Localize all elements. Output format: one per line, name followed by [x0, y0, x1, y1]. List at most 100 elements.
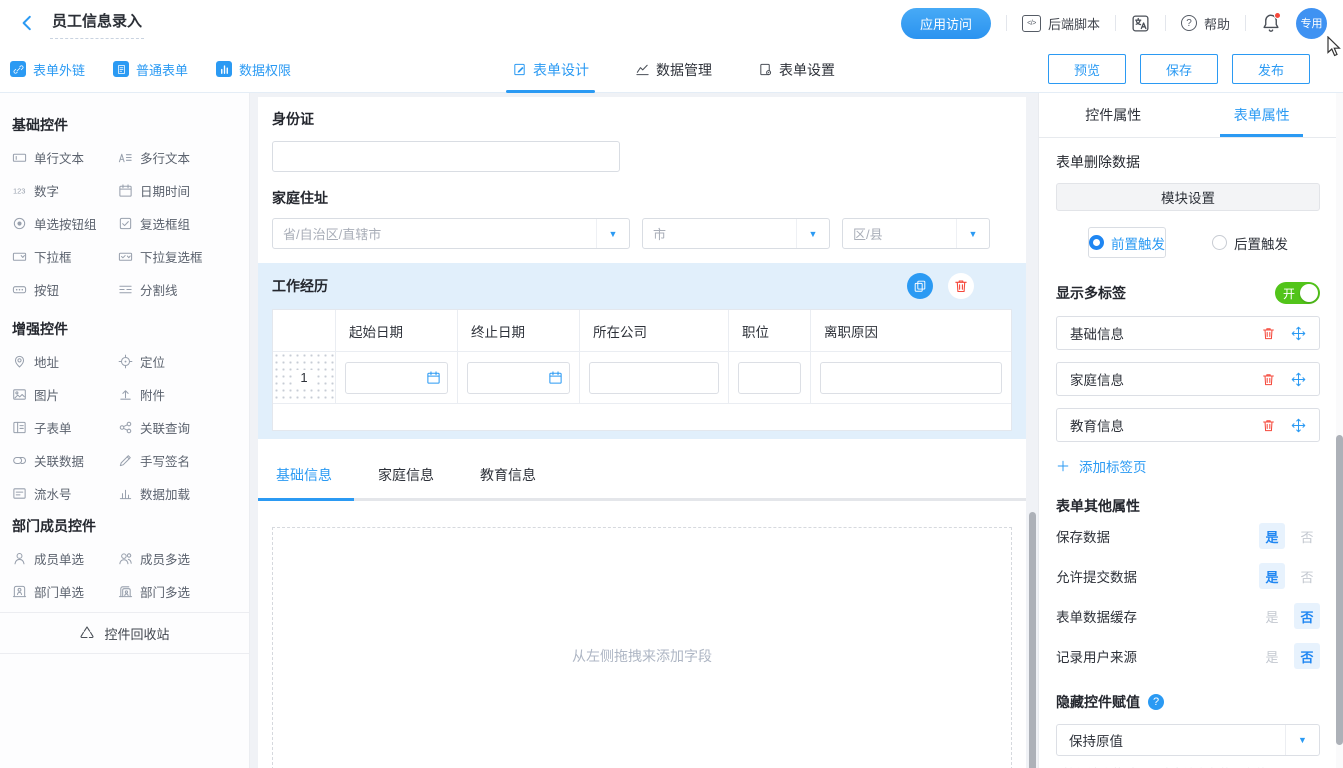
- widget-divider[interactable]: 分割线: [118, 281, 224, 298]
- subform-row: 1: [273, 352, 1011, 404]
- leave-reason-input[interactable]: [820, 362, 1002, 394]
- position-input[interactable]: [738, 362, 801, 394]
- copy-icon: [913, 279, 927, 293]
- tab-basic-info[interactable]: 基础信息: [274, 455, 334, 498]
- prop-row-data-cache: 表单数据缓存 是 否: [1056, 596, 1320, 636]
- widget-lookup[interactable]: 关联查询: [118, 419, 224, 436]
- yes-option[interactable]: 是: [1259, 563, 1285, 589]
- yes-option[interactable]: 是: [1259, 523, 1285, 549]
- yes-option[interactable]: 是: [1259, 643, 1285, 669]
- widget-member-multi[interactable]: 成员多选: [118, 550, 224, 567]
- widget-select[interactable]: 下拉框: [12, 248, 118, 265]
- company-input[interactable]: [589, 362, 719, 394]
- widget-recycle-bin[interactable]: 控件回收站: [0, 612, 249, 654]
- post-trigger-radio[interactable]: 后置触发: [1212, 227, 1288, 258]
- widget-number[interactable]: 数字: [12, 182, 118, 199]
- widget-signature[interactable]: 手写签名: [118, 452, 224, 469]
- province-select[interactable]: 省/自治区/直辖市 ▼: [272, 218, 630, 249]
- widget-multi-select[interactable]: 下拉复选框: [118, 248, 224, 265]
- normal-form-button[interactable]: 普通表单: [113, 60, 188, 79]
- pre-trigger-radio[interactable]: 前置触发: [1088, 227, 1166, 258]
- tab-family-info[interactable]: 家庭信息: [376, 455, 436, 498]
- form-title[interactable]: 员工信息录入: [50, 8, 144, 39]
- end-date-cell: [458, 352, 580, 403]
- widget-image[interactable]: 图片: [12, 386, 118, 403]
- tab-form-design[interactable]: 表单设计: [512, 46, 589, 93]
- notification-button[interactable]: [1261, 13, 1281, 33]
- widget-department-single[interactable]: 部门单选: [12, 583, 118, 600]
- calendar-icon[interactable]: [542, 370, 569, 385]
- notification-dot: [1274, 12, 1281, 19]
- work-history-subform[interactable]: 工作经历 起始日期 终止日期 所在公司 职位 离职原因: [258, 263, 1026, 439]
- trash-icon[interactable]: [1261, 418, 1276, 433]
- back-button[interactable]: [16, 12, 38, 34]
- yes-option[interactable]: 是: [1259, 603, 1285, 629]
- no-option[interactable]: 否: [1294, 523, 1320, 549]
- widget-single-line-text[interactable]: 单行文本: [12, 149, 118, 166]
- tab-form-properties[interactable]: 表单属性: [1188, 93, 1337, 137]
- drop-area[interactable]: 从左侧拖拽来添加字段: [272, 527, 1012, 768]
- widget-multi-line-text[interactable]: 多行文本: [118, 149, 224, 166]
- form-gear-icon: [758, 62, 773, 77]
- widget-address[interactable]: 地址: [12, 353, 118, 370]
- plus-icon: [1056, 459, 1070, 473]
- widget-radio-group[interactable]: 单选按钮组: [12, 215, 118, 232]
- widget-related-data[interactable]: 关联数据: [12, 452, 118, 469]
- module-settings-button[interactable]: 模块设置: [1056, 183, 1320, 211]
- widget-subform[interactable]: 子表单: [12, 419, 118, 436]
- page-scrollbar-thumb[interactable]: [1336, 435, 1343, 745]
- no-option[interactable]: 否: [1294, 563, 1320, 589]
- trash-icon[interactable]: [1261, 326, 1276, 341]
- widget-data-load[interactable]: 数据加载: [118, 485, 224, 502]
- copy-widget-button[interactable]: [907, 273, 933, 299]
- tab-item-family[interactable]: 家庭信息: [1056, 362, 1320, 396]
- start-date-input[interactable]: [345, 362, 448, 394]
- help-question-icon[interactable]: ?: [1148, 694, 1164, 710]
- id-card-input[interactable]: [272, 141, 620, 172]
- multi-tab-toggle[interactable]: 开: [1275, 282, 1320, 304]
- tab-item-education[interactable]: 教育信息: [1056, 408, 1320, 442]
- column-header: 起始日期: [336, 310, 458, 351]
- tab-data-management[interactable]: 数据管理: [635, 46, 712, 93]
- save-button[interactable]: 保存: [1140, 54, 1218, 84]
- app-access-button[interactable]: 应用访问: [901, 8, 991, 39]
- calendar-icon[interactable]: [420, 370, 447, 385]
- no-option[interactable]: 否: [1294, 643, 1320, 669]
- widget-serial-number[interactable]: 流水号: [12, 485, 118, 502]
- backend-script-button[interactable]: </> 后端脚本: [1022, 14, 1100, 33]
- preview-button[interactable]: 预览: [1048, 54, 1126, 84]
- widget-grid-members: 成员单选 成员多选 部门单选 部门多选: [12, 550, 249, 600]
- move-icon[interactable]: [1291, 418, 1306, 433]
- help-button[interactable]: ? 帮助: [1181, 14, 1230, 33]
- publish-button[interactable]: 发布: [1232, 54, 1310, 84]
- canvas-scrollbar-thumb[interactable]: [1029, 512, 1036, 768]
- widget-attachment[interactable]: 附件: [118, 386, 224, 403]
- radio-group-icon: [12, 216, 27, 231]
- add-tab-button[interactable]: 添加标签页: [1056, 456, 1320, 476]
- widget-member-single[interactable]: 成员单选: [12, 550, 118, 567]
- data-permission-button[interactable]: 数据权限: [216, 60, 291, 79]
- tab-form-settings[interactable]: 表单设置: [758, 46, 835, 93]
- hidden-value-select[interactable]: 保持原值 ▼: [1056, 724, 1320, 756]
- city-select[interactable]: 市 ▼: [642, 218, 830, 249]
- widget-department-multi[interactable]: 部门多选: [118, 583, 224, 600]
- widget-checkbox-group[interactable]: 复选框组: [118, 215, 224, 232]
- tab-education-info[interactable]: 教育信息: [478, 455, 538, 498]
- avatar[interactable]: 专用: [1296, 8, 1327, 39]
- tab-widget-properties[interactable]: 控件属性: [1039, 93, 1188, 137]
- form-external-link-button[interactable]: 表单外链: [10, 60, 85, 79]
- move-icon[interactable]: [1291, 372, 1306, 387]
- district-select[interactable]: 区/县 ▼: [842, 218, 990, 249]
- widget-location[interactable]: 定位: [118, 353, 224, 370]
- widget-button[interactable]: 按钮: [12, 281, 118, 298]
- end-date-input[interactable]: [467, 362, 570, 394]
- trash-icon[interactable]: [1261, 372, 1276, 387]
- form-page-tabs: 基础信息 家庭信息 教育信息: [272, 455, 1012, 498]
- no-option[interactable]: 否: [1294, 603, 1320, 629]
- tab-item-basic[interactable]: 基础信息: [1056, 316, 1320, 350]
- move-icon[interactable]: [1291, 326, 1306, 341]
- delete-widget-button[interactable]: [948, 273, 974, 299]
- widget-datetime[interactable]: 日期时间: [118, 182, 224, 199]
- translate-button[interactable]: [1131, 14, 1150, 33]
- row-drag-handle[interactable]: 1: [273, 352, 336, 403]
